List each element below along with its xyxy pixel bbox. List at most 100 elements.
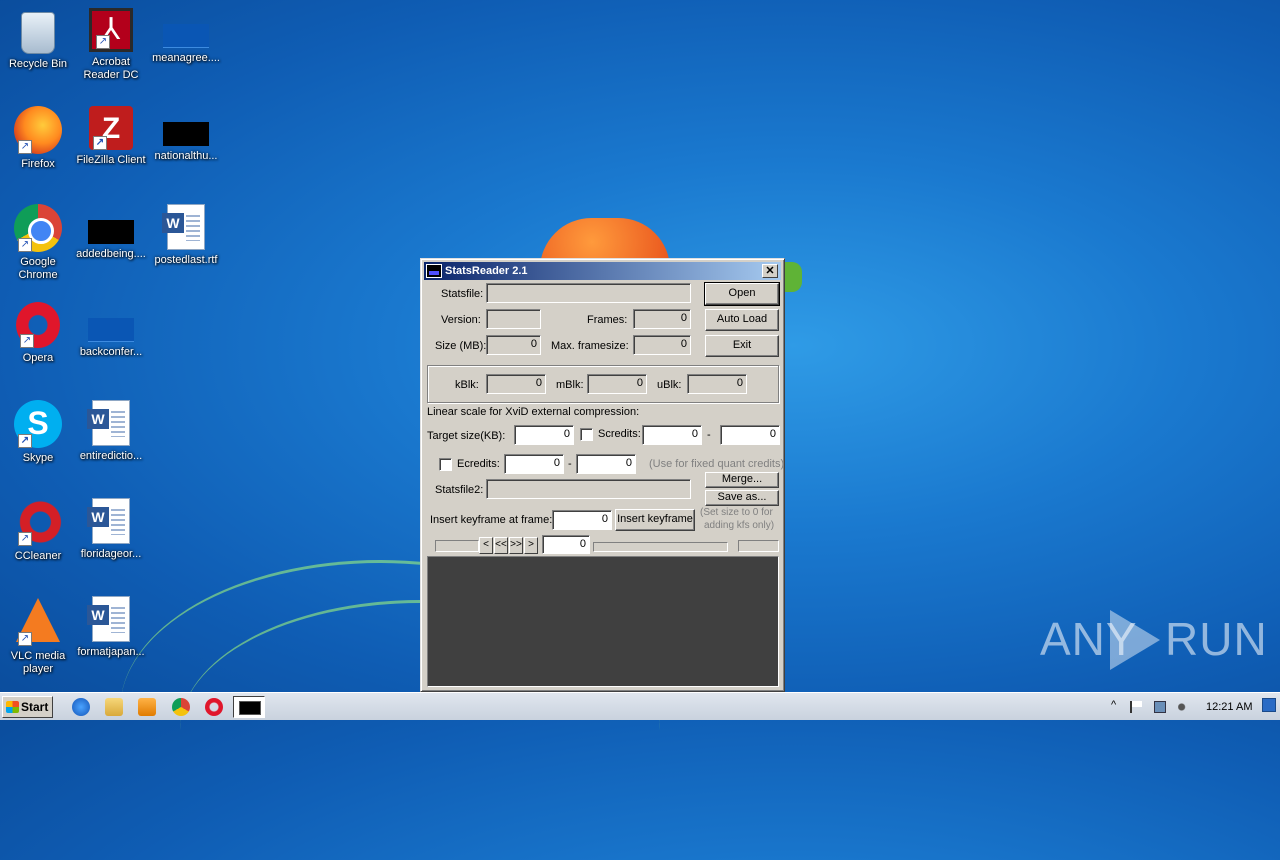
- next-frame-button[interactable]: >: [524, 537, 538, 554]
- linear-scale-label: Linear scale for XviD external compressi…: [427, 406, 640, 418]
- desktop-icon-label: postedlast.rtf: [154, 254, 218, 266]
- close-button[interactable]: ✕: [762, 264, 778, 278]
- volume-icon[interactable]: [1178, 701, 1190, 713]
- media-player-icon[interactable]: [138, 698, 156, 716]
- desktop-icon-addedbeing[interactable]: addedbeing....: [73, 204, 149, 261]
- open-button[interactable]: Open: [704, 282, 780, 306]
- desktop-icon-label: meanagree....: [152, 52, 220, 64]
- desktop-icon-postedlast[interactable]: W postedlast.rtf: [148, 204, 224, 267]
- scredits-label: Scredits:: [598, 428, 641, 440]
- rewind-button[interactable]: <<: [494, 537, 508, 554]
- frames-field[interactable]: 0: [633, 309, 691, 329]
- insert-keyframe-button[interactable]: Insert keyframe: [615, 509, 695, 531]
- desktop-icon-filezilla[interactable]: Z ↗ FileZilla Client: [73, 106, 149, 167]
- target-size-input[interactable]: 0: [514, 425, 574, 445]
- word-document-icon: W: [87, 596, 130, 642]
- ecredits-from-input[interactable]: 0: [504, 454, 564, 474]
- ecredits-to-input[interactable]: 0: [576, 454, 636, 474]
- merge-button[interactable]: Merge...: [705, 472, 779, 488]
- statsfile2-field[interactable]: [486, 479, 691, 499]
- version-field[interactable]: [486, 309, 541, 329]
- insert-keyframe-label: Insert keyframe at frame:: [430, 514, 553, 526]
- save-as-button[interactable]: Save as...: [705, 490, 779, 506]
- start-button[interactable]: Start: [2, 696, 53, 718]
- clock[interactable]: 12:21 AM: [1206, 701, 1252, 713]
- scredits-checkbox[interactable]: [580, 428, 593, 441]
- scredits-from-input[interactable]: 0: [642, 425, 702, 445]
- window-titlebar[interactable]: StatsReader 2.1 ✕: [424, 262, 781, 280]
- desktop-icon-label: Acrobat Reader DC: [83, 56, 139, 81]
- prev-frame-button[interactable]: <: [479, 537, 493, 554]
- desktop-icon-label: Firefox: [21, 158, 55, 170]
- desktop-icon-floridageor[interactable]: W floridageor...: [73, 498, 149, 561]
- desktop-icon-backconfer[interactable]: backconfer...: [73, 302, 149, 359]
- desktop-icon-ccleaner[interactable]: ↗ CCleaner: [0, 498, 76, 563]
- window-title: StatsReader 2.1: [445, 265, 528, 277]
- skype-icon: S ↗: [14, 400, 62, 448]
- file-thumbnail-icon: [88, 318, 134, 342]
- desktop-icon-label: backconfer...: [79, 346, 143, 358]
- opera-taskbar-icon[interactable]: [205, 698, 223, 716]
- file-thumbnail-icon: [88, 220, 134, 244]
- desktop-icon-label: Recycle Bin: [8, 58, 68, 70]
- desktop-icon-label: entiredictio...: [79, 450, 143, 462]
- shortcut-arrow-icon: ↗: [93, 136, 107, 150]
- desktop-icon-opera[interactable]: ↗ Opera: [0, 302, 76, 365]
- target-size-label: Target size(KB):: [427, 430, 506, 442]
- auto-load-button[interactable]: Auto Load: [705, 309, 779, 331]
- desktop-icon-label: FileZilla Client: [76, 154, 146, 166]
- opera-icon: ↗: [16, 302, 60, 348]
- frame-position-input[interactable]: 0: [542, 535, 590, 554]
- kblk-field[interactable]: 0: [486, 374, 546, 394]
- chrome-taskbar-icon[interactable]: [172, 698, 190, 716]
- desktop-icon-formatjapan[interactable]: W formatjapan...: [73, 596, 149, 659]
- desktop-icon-label: formatjapan...: [77, 646, 145, 658]
- play-icon: [1110, 610, 1160, 670]
- tray-expand-icon[interactable]: ^: [1111, 699, 1116, 711]
- frame-scrollbar[interactable]: [593, 542, 728, 552]
- desktop-icon-entiredictio[interactable]: W entiredictio...: [73, 400, 149, 463]
- file-thumbnail-icon: [163, 122, 209, 146]
- position-track-right[interactable]: [738, 540, 779, 552]
- filezilla-icon: Z ↗: [89, 106, 133, 150]
- windows-logo-green-pane: [782, 262, 802, 292]
- desktop-icon-label: VLC media player: [10, 650, 66, 675]
- desktop-icon-skype[interactable]: S ↗ Skype: [0, 400, 76, 465]
- desktop-icon-recycle-bin[interactable]: Recycle Bin: [0, 8, 76, 71]
- size-field[interactable]: 0: [486, 335, 541, 355]
- statsreader-taskbar-button[interactable]: [233, 696, 265, 718]
- desktop-icon-nationalthu[interactable]: nationalthu...: [148, 106, 224, 163]
- network-icon[interactable]: [1154, 701, 1166, 713]
- ccleaner-icon: ↗: [14, 498, 62, 546]
- ecredits-dash: -: [568, 458, 572, 470]
- ecredits-checkbox[interactable]: [439, 458, 452, 471]
- desktop-icon-firefox[interactable]: ↗ Firefox: [0, 106, 76, 171]
- fast-forward-button[interactable]: >>: [509, 537, 523, 554]
- file-explorer-icon[interactable]: [105, 698, 123, 716]
- shortcut-arrow-icon: ↗: [18, 434, 32, 448]
- taskbar: Start ^ 12:21 AM: [0, 692, 1280, 720]
- desktop-icon-chrome[interactable]: ↗ Google Chrome: [0, 204, 76, 282]
- show-desktop-button[interactable]: [1262, 698, 1276, 712]
- frame-size-graph: [427, 556, 779, 687]
- scredits-to-input[interactable]: 0: [720, 425, 780, 445]
- ublk-field[interactable]: 0: [687, 374, 747, 394]
- desktop-icon-acrobat[interactable]: ⅄ ↗ Acrobat Reader DC: [73, 8, 149, 82]
- max-framesize-field[interactable]: 0: [633, 335, 691, 355]
- internet-explorer-icon[interactable]: [72, 698, 90, 716]
- desktop-icon-vlc[interactable]: ↗ VLC media player: [0, 596, 76, 676]
- statsfile-field[interactable]: [486, 283, 691, 303]
- insert-keyframe-input[interactable]: 0: [552, 510, 612, 530]
- firefox-icon: ↗: [14, 106, 62, 154]
- exit-button[interactable]: Exit: [705, 335, 779, 357]
- keyframe-hint-1: (Set size to 0 for: [700, 507, 773, 518]
- word-document-icon: W: [162, 204, 205, 250]
- action-center-flag-icon[interactable]: [1130, 701, 1142, 713]
- kblk-label: kBlk:: [455, 379, 479, 391]
- ublk-label: uBlk:: [657, 379, 682, 391]
- mblk-field[interactable]: 0: [587, 374, 647, 394]
- shortcut-arrow-icon: ↗: [18, 140, 32, 154]
- mblk-label: mBlk:: [556, 379, 584, 391]
- position-track-left[interactable]: [435, 540, 479, 552]
- desktop-icon-meanagree[interactable]: meanagree....: [148, 8, 224, 65]
